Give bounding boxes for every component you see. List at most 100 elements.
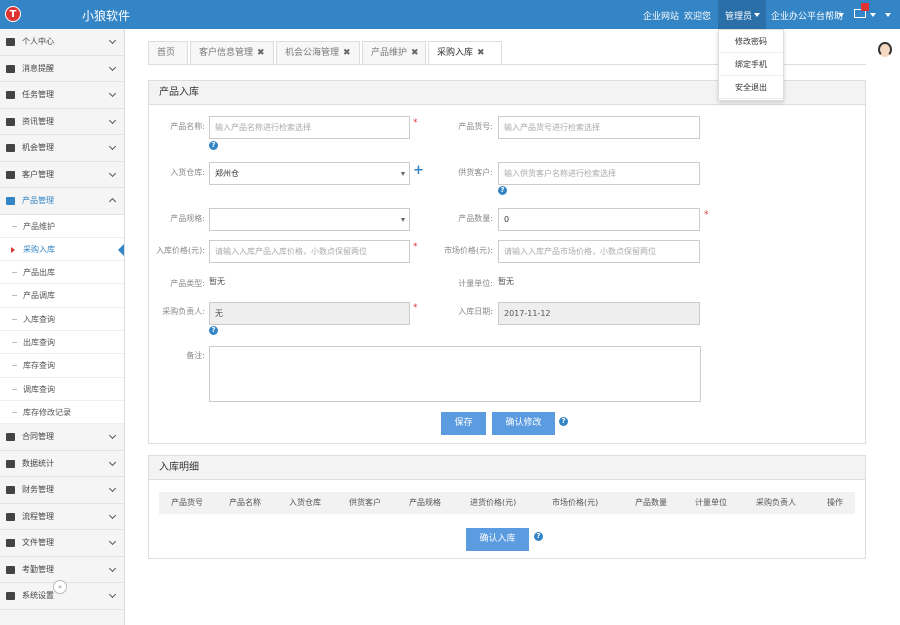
help-icon[interactable]: ?: [534, 532, 543, 541]
column-header: 入货仓库: [289, 498, 321, 507]
confirm-in-button[interactable]: 确认入库: [466, 528, 529, 551]
app-name: 小狼软件: [82, 9, 131, 23]
edit-icon: [6, 91, 15, 99]
detail-table-header: 产品货号 产品名称 入货仓库 供货客户 产品规格 进货价格(元) 市场价格(元)…: [159, 492, 855, 514]
help-icon[interactable]: ?: [559, 417, 568, 426]
sidebar-item-messages[interactable]: 消息提醒: [0, 56, 124, 82]
bind-phone-item[interactable]: 绑定手机: [719, 53, 783, 76]
user-icon: [6, 38, 15, 46]
sub-item-purchase-in[interactable]: 采购入库: [0, 237, 124, 262]
spec-select[interactable]: [209, 208, 410, 231]
in-price-label: 入库价格(元):: [156, 246, 205, 255]
unit-label: 计量单位:: [458, 279, 493, 288]
sidebar-item-news[interactable]: 资讯管理: [0, 109, 124, 135]
sidebar-collapse-button[interactable]: «: [53, 580, 67, 594]
column-header: 产品规格: [409, 498, 441, 507]
product-code-input[interactable]: 输入产品货号进行检索选择: [498, 116, 700, 139]
chevron-down-icon: [108, 511, 117, 519]
chevron-down-icon: [108, 116, 117, 124]
remark-textarea[interactable]: [209, 346, 701, 402]
chevron-down-icon: [838, 13, 844, 17]
dropbox-icon: [6, 197, 15, 205]
product-name-label: 产品名称:: [170, 122, 205, 131]
chevron-down-icon: [401, 218, 405, 222]
welcome-text: 欢迎您: [684, 12, 712, 22]
sub-item-in-query[interactable]: 入库查询: [0, 307, 124, 331]
bell-icon: [6, 64, 15, 73]
chevron-down-icon: [108, 63, 117, 71]
logout-item[interactable]: 安全退出: [719, 76, 783, 99]
sidebar-item-tasks[interactable]: 任务管理: [0, 82, 124, 109]
help-icon[interactable]: ?: [209, 326, 218, 335]
sidebar-item-workflow[interactable]: 流程管理: [0, 504, 124, 531]
column-header: 产品名称: [229, 498, 261, 507]
close-icon[interactable]: ✖: [343, 48, 351, 58]
sidebar-item-finance[interactable]: 财务管理: [0, 477, 124, 504]
sidebar-item-statistics[interactable]: 数据统计: [0, 451, 124, 478]
supplier-label: 供货客户:: [458, 168, 493, 177]
buyer-input: 无: [209, 302, 410, 325]
tab-product-maintain[interactable]: 产品维护 ✖: [362, 41, 426, 64]
spec-label: 产品规格:: [170, 214, 205, 223]
close-icon[interactable]: ✖: [411, 48, 419, 58]
date-input: 2017-11-12: [498, 302, 700, 325]
warehouse-select[interactable]: 郑州仓: [209, 162, 410, 185]
save-button[interactable]: 保存: [441, 412, 486, 435]
product-name-input[interactable]: 输入产品名称进行检索选择: [209, 116, 410, 139]
chevron-down-icon: [108, 458, 117, 466]
sidebar: 个人中心 消息提醒 任务管理 资讯管理 机会管理 客户管理 产品管理 产品维护 …: [0, 29, 125, 625]
sidebar-item-attendance[interactable]: 考勤管理: [0, 557, 124, 584]
product-type-value: 暂无: [209, 277, 225, 286]
tab-customer-info[interactable]: 客户信息管理 ✖: [190, 41, 274, 64]
sidebar-item-customers[interactable]: 客户管理: [0, 162, 124, 188]
confirm-edit-button[interactable]: 确认修改: [492, 412, 555, 435]
tab-home[interactable]: 首页: [148, 41, 188, 64]
file-icon: [6, 117, 15, 126]
user-dropdown-menu: 修改密码 绑定手机 安全退出: [718, 29, 784, 101]
user-menu-button[interactable]: 管理员: [718, 0, 766, 29]
sidebar-item-personal[interactable]: 个人中心: [0, 29, 124, 56]
active-pointer-icon: [118, 243, 124, 256]
chevron-down-icon: [108, 538, 117, 546]
sidebar-item-opportunities[interactable]: 机会管理: [0, 135, 124, 162]
sub-item-product-out[interactable]: 产品出库: [0, 261, 124, 285]
help-icon[interactable]: ?: [498, 186, 507, 195]
sub-item-stock-query[interactable]: 库存查询: [0, 354, 124, 378]
buyer-label: 采购负责人:: [162, 307, 205, 316]
help-link[interactable]: 企业办公平台帮助: [771, 9, 843, 22]
assistant-avatar-icon[interactable]: [875, 40, 895, 62]
close-icon[interactable]: ✖: [257, 48, 265, 58]
column-header: 产品数量: [635, 498, 667, 507]
column-header: 采购负责人: [756, 498, 796, 507]
sub-item-product-maintain[interactable]: 产品维护: [0, 214, 124, 238]
company-site-link[interactable]: 企业网站: [643, 9, 679, 22]
product-code-label: 产品货号:: [458, 122, 493, 131]
sub-item-stock-log[interactable]: 库存修改记录: [0, 400, 124, 425]
help-icon[interactable]: ?: [209, 141, 218, 150]
document-icon: [6, 539, 15, 548]
chevron-up-icon: [108, 197, 117, 206]
chevron-down-icon: [108, 591, 117, 599]
sub-item-transfer-query[interactable]: 调库查询: [0, 377, 124, 401]
retweet-icon: [6, 512, 15, 521]
supplier-input[interactable]: 输入供货客户名称进行检索选择: [498, 162, 700, 185]
market-price-input[interactable]: 请输入入库产品市场价格，小数点保留两位: [498, 240, 700, 263]
logo-icon: T: [5, 6, 21, 22]
sub-item-out-query[interactable]: 出库查询: [0, 330, 124, 355]
chevron-down-icon[interactable]: [885, 13, 891, 17]
sub-item-product-transfer[interactable]: 产品调库: [0, 284, 124, 308]
list-icon: [6, 144, 15, 152]
product-type-label: 产品类型:: [170, 279, 205, 288]
tab-opportunity-pool[interactable]: 机会公海管理 ✖: [276, 41, 360, 64]
close-icon[interactable]: ✖: [477, 48, 485, 58]
product-in-panel: 产品入库 产品名称: 输入产品名称进行检索选择 * ? 产品货号: 输入产品货号…: [148, 80, 866, 444]
in-price-input[interactable]: 请输入入库产品入库价格，小数点保留两位: [209, 240, 410, 263]
change-password-item[interactable]: 修改密码: [719, 30, 783, 53]
tab-purchase-in[interactable]: 采购入库 ✖: [428, 41, 502, 65]
sidebar-item-contracts[interactable]: 合同管理: [0, 424, 124, 451]
warehouse-label: 入货仓库:: [170, 168, 205, 177]
quantity-input[interactable]: 0: [498, 208, 700, 231]
sidebar-item-files[interactable]: 文件管理: [0, 530, 124, 557]
chevron-down-icon: [108, 142, 117, 151]
sidebar-item-products[interactable]: 产品管理: [0, 188, 124, 215]
